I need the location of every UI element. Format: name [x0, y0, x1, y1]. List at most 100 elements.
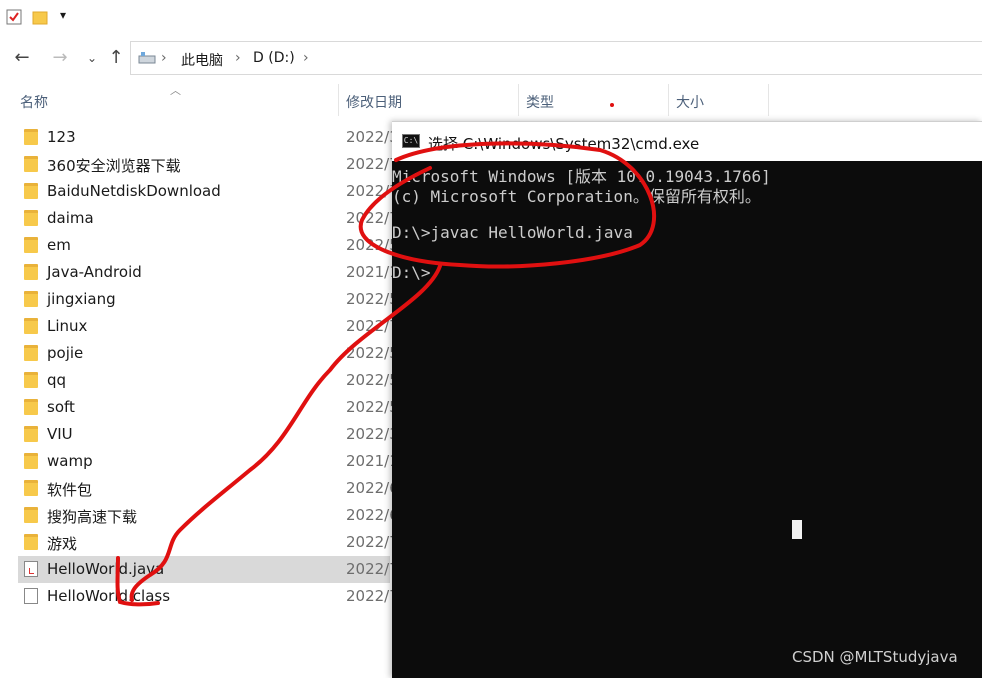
file-name: jingxiang	[47, 290, 116, 308]
file-date: 2022/5	[346, 344, 399, 362]
file-date: 2022/7	[346, 155, 399, 173]
back-arrow-icon[interactable]: ←	[10, 46, 34, 70]
properties-checkbox-icon[interactable]	[6, 9, 22, 25]
navigation-bar: ← → ⌄ ↑ › 此电脑 › D (D:) ›	[0, 38, 982, 78]
file-list-item[interactable]: Linux 2022/7	[18, 313, 399, 340]
folder-icon	[24, 210, 38, 226]
folder-icon	[24, 318, 38, 334]
column-date-modified[interactable]: 修改日期	[346, 92, 402, 112]
console-line: D:\>	[392, 263, 431, 282]
file-name: HelloWorld.java	[47, 560, 165, 578]
folder-icon	[24, 480, 38, 496]
file-list-item[interactable]: Java-Android 2021/1	[18, 259, 399, 286]
folder-icon	[24, 129, 38, 145]
file-date: 2022/5	[346, 290, 399, 308]
folder-icon	[24, 453, 38, 469]
console-output[interactable]: Microsoft Windows [版本 10.0.19043.1766] (…	[392, 161, 982, 678]
console-app-icon: C:\	[402, 134, 420, 148]
file-list-item[interactable]: 搜狗高速下载 2022/6	[18, 502, 399, 529]
breadcrumb-separator-icon: ›	[235, 50, 241, 66]
file-list-item[interactable]: HelloWorld.java 2022/7	[18, 556, 399, 583]
file-date: 2022/5	[346, 236, 399, 254]
file-list-item[interactable]: jingxiang 2022/5	[18, 286, 399, 313]
folder-icon	[24, 345, 38, 361]
file-name: Java-Android	[47, 263, 142, 281]
file-list-item[interactable]: 软件包 2022/6	[18, 475, 399, 502]
file-list-item[interactable]: pojie 2022/5	[18, 340, 399, 367]
file-date: 2022/7	[346, 533, 399, 551]
up-arrow-icon[interactable]: ↑	[104, 46, 128, 70]
folder-icon	[24, 399, 38, 415]
folder-icon	[24, 156, 38, 172]
file-name: 360安全浏览器下载	[47, 157, 181, 175]
file-name: 游戏	[47, 535, 78, 553]
console-line: (c) Microsoft Corporation。保留所有权利。	[392, 187, 761, 206]
drive-icon	[138, 52, 156, 64]
quick-access-toolbar: ▾	[0, 0, 982, 36]
watermark: CSDN @MLTStudyjava	[792, 648, 958, 666]
file-list-item[interactable]: qq 2022/5	[18, 367, 399, 394]
file-name: 软件包	[47, 481, 93, 499]
file-list-item[interactable]: wamp 2021/1	[18, 448, 399, 475]
file-name: VIU	[47, 425, 73, 443]
file-list-item[interactable]: 360安全浏览器下载 2022/7	[18, 151, 399, 178]
console-line: D:\>javac HelloWorld.java	[392, 223, 633, 242]
forward-arrow-icon[interactable]: →	[48, 46, 72, 70]
new-folder-icon[interactable]	[32, 9, 48, 25]
console-window[interactable]: C:\ 选择 C:\Windows\System32\cmd.exe Micro…	[392, 121, 982, 678]
file-date: 2022/7	[346, 209, 399, 227]
file-date: 2021/1	[346, 263, 399, 281]
folder-icon	[24, 264, 38, 280]
address-bar[interactable]: › 此电脑 › D (D:) ›	[130, 41, 982, 75]
folder-icon	[24, 426, 38, 442]
file-date: 2022/5	[346, 371, 399, 389]
folder-icon	[24, 372, 38, 388]
file-name: wamp	[47, 452, 93, 470]
file-date: 2022/7	[346, 317, 399, 335]
folder-icon	[24, 507, 38, 523]
recent-locations-chevron-icon[interactable]: ⌄	[80, 46, 104, 70]
file-list-item[interactable]: daima 2022/7	[18, 205, 399, 232]
console-title-bar[interactable]: C:\ 选择 C:\Windows\System32\cmd.exe	[392, 121, 982, 161]
file-date: 2022/3	[346, 128, 399, 146]
file-name: soft	[47, 398, 75, 416]
file-date: 2022/3	[346, 425, 399, 443]
file-name: HelloWorld.class	[47, 587, 171, 605]
folder-icon	[24, 534, 38, 550]
file-name: daima	[47, 209, 94, 227]
file-name: qq	[47, 371, 67, 389]
column-type[interactable]: 类型	[526, 92, 554, 112]
java-file-icon	[24, 561, 38, 577]
file-list-item[interactable]: soft 2022/5	[18, 394, 399, 421]
column-header: 名称 ︿ 修改日期 类型 大小	[0, 84, 982, 116]
console-title: 选择 C:\Windows\System32\cmd.exe	[428, 135, 700, 153]
file-name: 搜狗高速下载	[47, 508, 138, 526]
customize-toolbar-dropdown-icon[interactable]: ▾	[60, 8, 66, 22]
file-name: 123	[47, 128, 76, 146]
file-date: 2021/1	[346, 452, 399, 470]
folder-icon	[24, 237, 38, 253]
column-name[interactable]: 名称	[20, 92, 48, 112]
sort-ascending-icon: ︿	[170, 84, 181, 97]
file-name: Linux	[47, 317, 88, 335]
file-name: em	[47, 236, 71, 254]
file-date: 2022/7	[346, 182, 399, 200]
breadcrumb-d-drive[interactable]: D (D:)	[253, 50, 295, 66]
file-name: pojie	[47, 344, 84, 362]
file-list-item[interactable]: HelloWorld.class 2022/7	[18, 583, 399, 610]
file-list-item[interactable]: em 2022/5	[18, 232, 399, 259]
file-list-item[interactable]: BaiduNetdiskDownload 2022/7	[18, 178, 399, 205]
file-list-item[interactable]: 123 2022/3	[18, 124, 399, 151]
file-name: BaiduNetdiskDownload	[47, 182, 221, 200]
text-cursor	[792, 520, 802, 539]
file-icon	[24, 588, 38, 604]
folder-icon	[24, 183, 38, 199]
file-date: 2022/7	[346, 560, 399, 578]
breadcrumb-separator-icon: ›	[161, 50, 167, 66]
file-date: 2022/6	[346, 506, 399, 524]
breadcrumb-this-pc[interactable]: 此电脑	[181, 50, 223, 70]
folder-icon	[24, 291, 38, 307]
file-list-item[interactable]: 游戏 2022/7	[18, 529, 399, 556]
column-size[interactable]: 大小	[676, 92, 704, 112]
file-list-item[interactable]: VIU 2022/3	[18, 421, 399, 448]
